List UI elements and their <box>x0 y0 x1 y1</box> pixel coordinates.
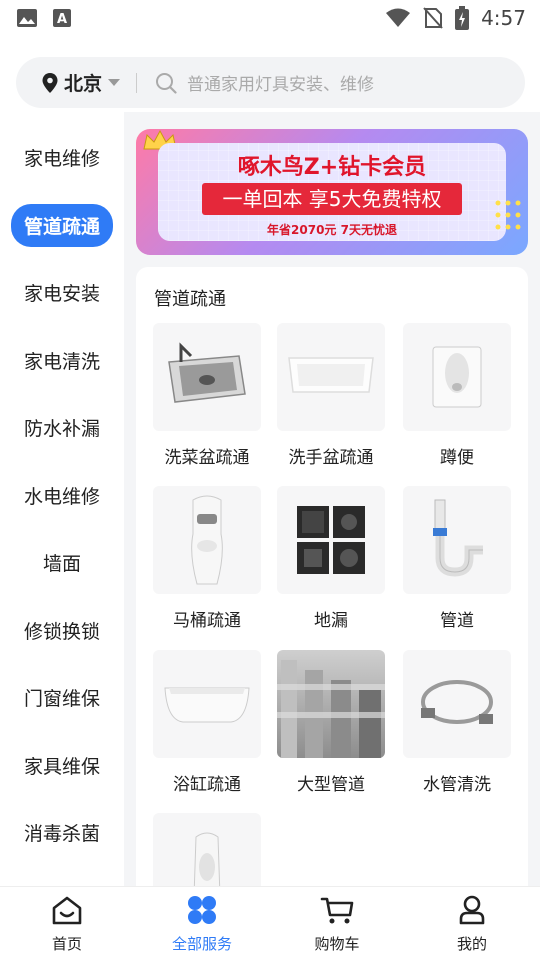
pipe-trap-icon <box>433 499 483 577</box>
location-label: 北京 <box>64 73 103 95</box>
service-item[interactable]: 大型管道 <box>277 650 385 795</box>
sidebar-item-waterproof[interactable]: 防水补漏 <box>0 394 124 462</box>
large-pipes-icon <box>277 660 385 758</box>
chevron-down-icon <box>108 79 121 86</box>
service-label: 马桶疏通 <box>173 611 241 631</box>
service-item[interactable] <box>153 813 261 886</box>
bottom-tab-bar: 首页 全部服务 购物车 我的 <box>0 886 540 960</box>
tab-home[interactable]: 首页 <box>27 895 107 954</box>
search-placeholder: 普通家用灯具安装、维修 <box>187 75 375 95</box>
sidebar-item-disinfect[interactable]: 消毒杀菌 <box>0 799 124 867</box>
profile-icon <box>459 895 485 925</box>
tab-cart[interactable]: 购物车 <box>297 895 377 954</box>
decor-dots-icon <box>495 200 521 230</box>
category-title: 管道疏通 <box>154 289 226 310</box>
service-item[interactable]: 蹲便 <box>403 323 511 468</box>
sidebar-item-appliance-clean[interactable]: 家电清洗 <box>0 327 124 395</box>
battery-icon <box>455 6 470 30</box>
wash-basin-icon <box>288 357 374 393</box>
service-label: 蹲便 <box>440 448 474 468</box>
sidebar-item-plumbing-electric[interactable]: 水电维修 <box>0 462 124 530</box>
image-icon <box>17 9 37 27</box>
service-item[interactable]: 地漏 <box>277 486 385 631</box>
sidebar-item-appliance-install[interactable]: 家电安装 <box>0 259 124 327</box>
service-item[interactable]: 管道 <box>403 486 511 631</box>
tab-profile[interactable]: 我的 <box>432 895 512 954</box>
tab-all-services[interactable]: 全部服务 <box>162 895 242 954</box>
service-label: 洗手盆疏通 <box>288 448 374 468</box>
service-label: 大型管道 <box>297 775 365 795</box>
floor-drain-icon <box>297 506 365 574</box>
sidebar-item-furniture[interactable]: 家具维保 <box>0 732 124 800</box>
location-selector[interactable]: 北京 <box>42 69 121 96</box>
service-label: 地漏 <box>314 611 348 631</box>
status-time: 4:57 <box>481 6 526 30</box>
service-label: 洗菜盆疏通 <box>164 448 250 468</box>
service-item[interactable]: 浴缸疏通 <box>153 650 261 795</box>
category-card: 管道疏通 洗菜盆疏通 洗手盆疏通 蹲便 马桶疏通 地漏 管道 浴缸疏通 大型管道… <box>136 267 528 886</box>
sidebar-item-lock[interactable]: 修锁换锁 <box>0 597 124 665</box>
banner-subtitle: 年省2070元 7天无忧退 <box>267 223 397 237</box>
hose-icon <box>421 680 493 724</box>
service-item[interactable]: 洗菜盆疏通 <box>153 323 261 468</box>
service-label: 管道 <box>440 611 474 631</box>
membership-banner[interactable]: 啄木鸟Z+钻卡会员 一单回本 享5大免费特权 年省2070元 7天无忧退 <box>136 129 528 255</box>
bathtub-icon <box>164 687 250 723</box>
sidebar-item-pipe-unclog[interactable]: 管道疏通 <box>0 192 124 260</box>
banner-card: 啄木鸟Z+钻卡会员 一单回本 享5大免费特权 年省2070元 7天无忧退 <box>158 143 506 241</box>
wifi-icon <box>386 8 411 27</box>
category-sidebar: 家电维修 管道疏通 家电安装 家电清洗 防水补漏 水电维修 墙面 修锁换锁 门窗… <box>0 124 124 886</box>
tab-label: 首页 <box>51 935 82 953</box>
service-item[interactable]: 马桶疏通 <box>153 486 261 631</box>
sidebar-item-wall[interactable]: 墙面 <box>0 529 124 597</box>
content-panel: 啄木鸟Z+钻卡会员 一单回本 享5大免费特权 年省2070元 7天无忧退 管道疏… <box>124 112 540 886</box>
home-icon <box>52 896 82 925</box>
no-sim-icon <box>423 7 443 29</box>
service-item[interactable]: 洗手盆疏通 <box>277 323 385 468</box>
tab-label: 购物车 <box>314 935 360 953</box>
sidebar-item-doors-windows[interactable]: 门窗维保 <box>0 664 124 732</box>
search-icon <box>156 72 177 94</box>
kitchen-sink-icon <box>168 342 246 403</box>
search-bar[interactable]: 北京 普通家用灯具安装、维修 <box>16 57 525 108</box>
status-bar: A 4:57 <box>0 0 540 36</box>
banner-ribbon: 一单回本 享5大免费特权 <box>202 183 462 215</box>
divider <box>136 72 138 93</box>
banner-title: 啄木鸟Z+钻卡会员 <box>237 155 427 180</box>
search-input[interactable]: 普通家用灯具安装、维修 <box>155 70 374 95</box>
services-icon <box>188 896 216 924</box>
service-label: 水管清洗 <box>423 775 491 795</box>
location-pin-icon <box>42 72 58 93</box>
service-item[interactable]: 水管清洗 <box>403 650 511 795</box>
urinal-icon <box>193 832 221 886</box>
cart-icon <box>320 897 354 924</box>
tab-label: 全部服务 <box>171 935 232 953</box>
tab-label: 我的 <box>456 935 487 953</box>
sidebar-item-appliance-repair[interactable]: 家电维修 <box>0 124 124 192</box>
a-icon: A <box>53 9 71 27</box>
service-label: 浴缸疏通 <box>173 775 241 795</box>
squat-toilet-icon <box>432 346 482 408</box>
toilet-icon <box>191 495 223 585</box>
svg-text:A: A <box>57 12 67 27</box>
